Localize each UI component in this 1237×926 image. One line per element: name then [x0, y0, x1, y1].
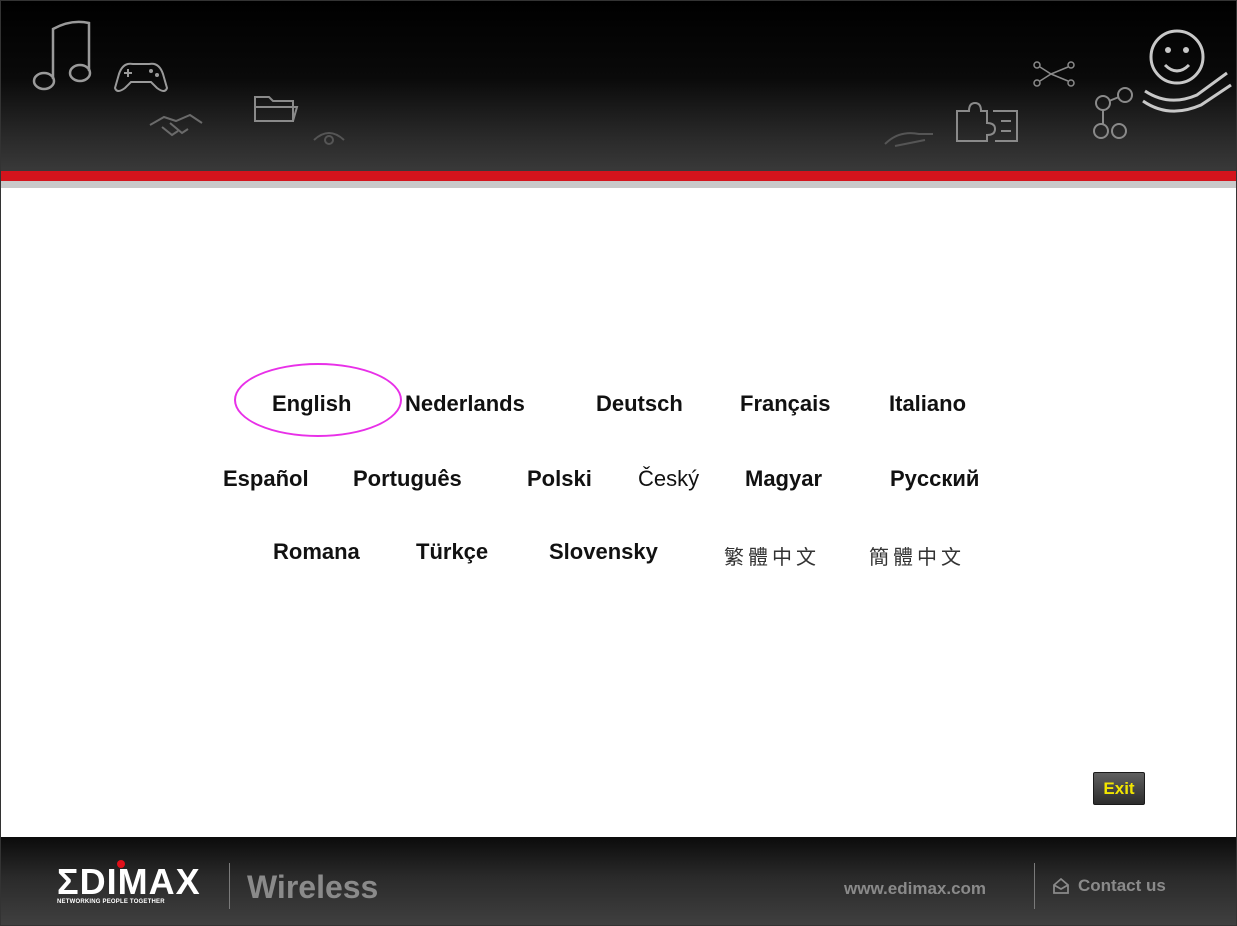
installer-window: English Nederlands Deutsch Français Ital… [0, 0, 1237, 926]
language-slovensky[interactable]: Slovensky [549, 539, 658, 565]
footer-divider-right [1034, 863, 1035, 909]
language-espanol[interactable]: Español [223, 466, 309, 492]
product-name: Wireless [247, 869, 379, 905]
language-romana[interactable]: Romana [273, 539, 360, 565]
mail-icon [1053, 877, 1069, 894]
language-italiano[interactable]: Italiano [889, 391, 966, 417]
language-polski[interactable]: Polski [527, 466, 592, 492]
contact-us-button[interactable]: Contact us [1052, 876, 1166, 896]
footer-divider-left [229, 863, 230, 909]
language-selector: English Nederlands Deutsch Français Ital… [1, 1, 1236, 925]
language-simplified-chinese[interactable]: 簡體中文 [869, 541, 965, 570]
language-cesky[interactable]: Český [638, 466, 699, 492]
language-magyar[interactable]: Magyar [745, 466, 822, 492]
exit-button[interactable]: Exit [1093, 772, 1145, 805]
language-portugues[interactable]: Português [353, 466, 462, 492]
language-traditional-chinese[interactable]: 繁體中文 [724, 541, 820, 570]
language-turkce[interactable]: Türkçe [416, 539, 488, 565]
language-deutsch[interactable]: Deutsch [596, 391, 683, 417]
website-link[interactable]: www.edimax.com [844, 879, 986, 899]
edimax-logo: ΣDIMAX [57, 861, 201, 902]
language-francais[interactable]: Français [740, 391, 831, 417]
logo-tagline: NETWORKING PEOPLE TOGETHER [57, 899, 165, 905]
logo-red-dot [117, 860, 125, 868]
language-russian[interactable]: Pyccкий [890, 466, 979, 492]
language-nederlands[interactable]: Nederlands [405, 391, 525, 417]
contact-us-label: Contact us [1078, 876, 1166, 895]
language-english[interactable]: English [272, 391, 351, 417]
